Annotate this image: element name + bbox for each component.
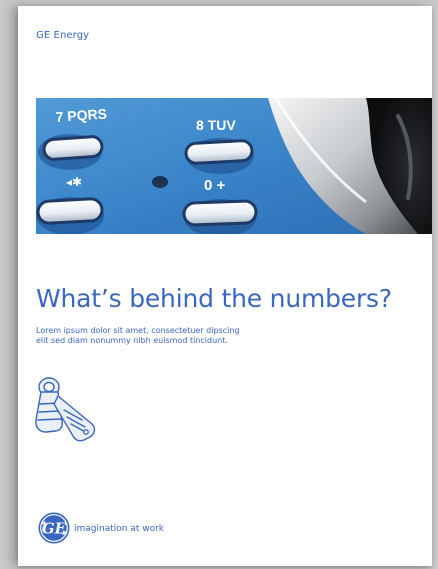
headline: What’s behind the numbers? bbox=[36, 284, 392, 313]
body-text: Lorem ipsum dolor sit amet, consectetuer… bbox=[36, 326, 336, 346]
key-label-8: 8 TUV bbox=[196, 117, 236, 133]
flip-phone-icon bbox=[35, 377, 96, 442]
hero-keypad-image: 7 PQRS 8 TUV ◂✱ 0 + bbox=[36, 98, 432, 234]
ge-logo-text: GE bbox=[42, 520, 67, 538]
key-label-0: 0 + bbox=[204, 177, 226, 194]
body-line-2: elit sed diam nonummy nibh euismod tinci… bbox=[36, 336, 228, 345]
ge-logo-icon: GE bbox=[38, 512, 70, 544]
key-label-star: ◂✱ bbox=[66, 175, 82, 189]
body-line-1: Lorem ipsum dolor sit amet, consectetuer… bbox=[36, 326, 240, 335]
brand-name: GE Energy bbox=[36, 30, 90, 41]
document-page: GE Energy 7 PQRS 8 TUV ◂✱ 0 + What’s beh… bbox=[18, 6, 432, 566]
tagline: imagination at work bbox=[74, 524, 164, 534]
